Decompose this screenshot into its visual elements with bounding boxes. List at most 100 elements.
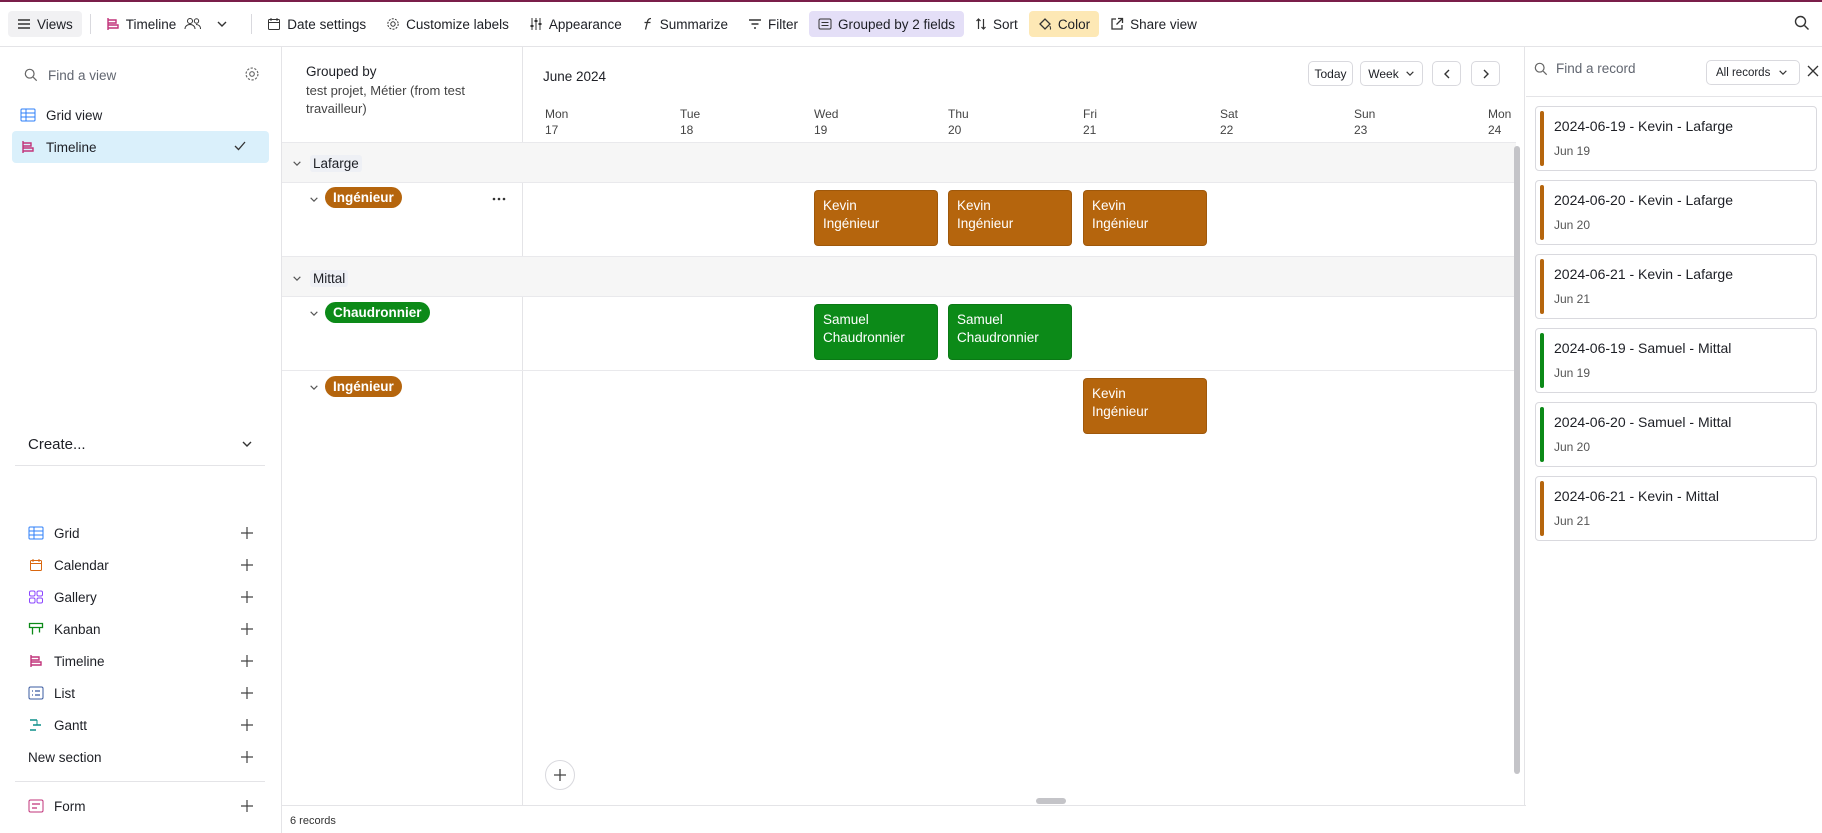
plus-icon[interactable] (240, 654, 254, 668)
range-select[interactable]: Week (1360, 61, 1423, 86)
subgroup-pill-ingenieur[interactable]: Ingénieur (325, 376, 402, 397)
subgroup-pill-ingenieur[interactable]: Ingénieur (325, 187, 402, 208)
color-button[interactable]: Color (1028, 11, 1100, 37)
summarize-button[interactable]: Summarize (633, 11, 737, 37)
plus-icon[interactable] (240, 526, 254, 540)
create-grid[interactable]: Grid (28, 521, 254, 545)
share-icon (1111, 17, 1124, 30)
paint-bucket-icon (1038, 18, 1051, 30)
view-switcher[interactable]: Timeline (97, 11, 244, 37)
next-button[interactable] (1471, 61, 1500, 86)
today-button[interactable]: Today (1308, 61, 1353, 86)
find-record-search[interactable]: Find a record (1534, 61, 1636, 76)
plus-icon[interactable] (240, 590, 254, 604)
vertical-scrollbar[interactable] (1514, 146, 1520, 774)
check-icon (234, 141, 246, 151)
create-timeline[interactable]: Timeline (28, 649, 254, 673)
create-calendar[interactable]: Calendar (28, 553, 254, 577)
add-record-button[interactable] (545, 760, 575, 790)
create-gallery[interactable]: Gallery (28, 585, 254, 609)
filter-button[interactable]: Filter (739, 11, 807, 37)
more-options-icon[interactable] (492, 197, 506, 201)
date-settings-button[interactable]: Date settings (258, 11, 375, 37)
create-item-label: Calendar (54, 557, 109, 573)
timeline-event[interactable]: Samuel Chaudronnier (814, 304, 938, 360)
create-section-title[interactable]: Create... (28, 436, 86, 453)
day-name: Mon (545, 107, 569, 121)
records-filter-select[interactable]: All records (1706, 60, 1800, 85)
previous-button[interactable] (1432, 61, 1461, 86)
timeline-icon (22, 141, 34, 153)
customize-labels-label: Customize labels (406, 16, 509, 32)
day-number: 19 (814, 123, 828, 137)
view-item-grid-view[interactable]: Grid view (12, 99, 269, 131)
record-card[interactable]: 2024-06-20 - Samuel - Mittal Jun 20 (1535, 402, 1817, 467)
create-item-label: Gantt (54, 717, 88, 733)
sort-button[interactable]: Sort (966, 11, 1027, 37)
customize-labels-button[interactable]: Customize labels (377, 11, 518, 37)
record-card[interactable]: 2024-06-19 - Samuel - Mittal Jun 19 (1535, 328, 1817, 393)
search-icon (1534, 62, 1548, 75)
chevron-left-icon (1443, 69, 1449, 78)
group-row-band (282, 142, 1516, 183)
timeline-event[interactable]: Kevin Ingénieur (814, 190, 938, 246)
create-form[interactable]: Form (28, 794, 254, 818)
horizontal-scrollbar[interactable] (1036, 798, 1066, 804)
timeline-event[interactable]: Kevin Ingénieur (1083, 378, 1207, 434)
plus-icon[interactable] (240, 718, 254, 732)
chevron-down-icon[interactable] (309, 310, 319, 317)
day-header: Wed 19 (814, 106, 838, 138)
group-header-mittal[interactable]: Mittal (292, 270, 349, 287)
gear-icon (387, 18, 399, 30)
appearance-button[interactable]: Appearance (520, 11, 631, 37)
group-label: Lafarge (310, 155, 362, 172)
group-header-lafarge[interactable]: Lafarge (292, 155, 362, 172)
grouped-by-title: Grouped by (306, 64, 377, 79)
view-item-timeline[interactable]: Timeline (12, 131, 269, 163)
plus-icon[interactable] (240, 558, 254, 572)
create-item-label: Grid (54, 525, 80, 541)
record-card[interactable]: 2024-06-20 - Kevin - Lafarge Jun 20 (1535, 180, 1817, 245)
share-view-button[interactable]: Share view (1101, 11, 1206, 37)
create-gantt[interactable]: Gantt (28, 713, 254, 737)
record-card[interactable]: 2024-06-21 - Kevin - Mittal Jun 21 (1535, 476, 1817, 541)
find-view-search[interactable]: Find a view (24, 63, 260, 87)
timeline-event[interactable]: Kevin Ingénieur (1083, 190, 1207, 246)
views-label: Views (37, 16, 73, 32)
plus-icon[interactable] (240, 622, 254, 636)
record-color-bar (1540, 481, 1544, 536)
chevron-down-icon[interactable] (241, 440, 253, 448)
list-icon (28, 686, 44, 700)
event-role: Ingénieur (1092, 404, 1149, 419)
close-icon[interactable] (1807, 65, 1819, 77)
create-kanban[interactable]: Kanban (28, 617, 254, 641)
day-name: Mon (1488, 107, 1512, 121)
group-button[interactable]: Grouped by 2 fields (808, 11, 965, 37)
record-card[interactable]: 2024-06-21 - Kevin - Lafarge Jun 21 (1535, 254, 1817, 319)
views-button[interactable]: Views (8, 11, 82, 37)
create-list[interactable]: List (28, 681, 254, 705)
timeline-event[interactable]: Samuel Chaudronnier (948, 304, 1072, 360)
subgroup-pill-chaudronnier[interactable]: Chaudronnier (325, 302, 430, 323)
record-card[interactable]: 2024-06-19 - Kevin - Lafarge Jun 19 (1535, 106, 1817, 171)
day-header: Fri 21 (1083, 106, 1097, 138)
chevron-down-icon[interactable] (309, 196, 319, 203)
sidebar-divider (15, 465, 265, 466)
record-color-bar (1540, 185, 1544, 240)
chevron-down-icon[interactable] (309, 384, 319, 391)
search-icon[interactable] (1794, 15, 1810, 31)
record-count-footer: 6 records (282, 805, 1526, 833)
day-header: Mon 17 (545, 106, 568, 138)
gear-icon[interactable] (244, 66, 260, 82)
create-item-label: New section (28, 749, 102, 765)
timeline-event[interactable]: Kevin Ingénieur (948, 190, 1072, 246)
plus-icon[interactable] (240, 750, 254, 764)
plus-icon[interactable] (240, 686, 254, 700)
create-item-label: Kanban (54, 621, 101, 637)
day-number: 20 (948, 123, 962, 137)
gallery-icon (29, 590, 43, 604)
create-new-section[interactable]: New section (28, 745, 254, 769)
plus-icon[interactable] (240, 799, 254, 813)
event-role: Chaudronnier (823, 330, 905, 345)
color-label: Color (1057, 16, 1091, 32)
